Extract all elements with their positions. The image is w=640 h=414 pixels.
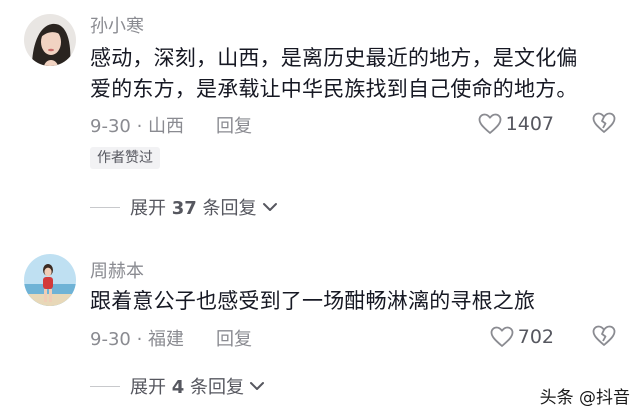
divider-line	[90, 206, 120, 208]
comment-meta-row: 9-30 · 福建 回复 702	[90, 323, 620, 351]
author-liked-badge: 作者赞过	[90, 147, 160, 169]
comment-text-line: 爱的东方，是承载让中华民族找到自己使命的地方。	[90, 77, 578, 101]
comment-text-line: 感动，深刻，山西，是离历史最近的地方，是文化偏	[90, 46, 578, 70]
like-button[interactable]: 1407	[478, 110, 554, 138]
expand-suffix: 条回复	[202, 198, 257, 219]
reply-button[interactable]: 回复	[216, 325, 252, 351]
comment-item-1: 孙小寒 感动，深刻，山西，是离历史最近的地方，是文化偏 爱的东方，是承载让中华民…	[0, 0, 640, 230]
broken-heart-icon	[592, 325, 616, 346]
heart-outline-icon	[490, 326, 514, 347]
chevron-down-icon	[250, 382, 264, 390]
dislike-button[interactable]	[592, 324, 616, 348]
comment-text: 感动，深刻，山西，是离历史最近的地方，是文化偏 爱的东方，是承载让中华民族找到自…	[90, 43, 620, 105]
expand-suffix: 条回复	[190, 377, 244, 398]
chevron-down-icon	[262, 203, 277, 211]
comment-text: 跟着意公子也感受到了一场酣畅淋漓的寻根之旅	[90, 286, 620, 317]
comment-meta-row: 9-30 · 山西 回复 1407	[90, 110, 620, 138]
heart-outline-icon	[478, 113, 502, 134]
expand-prefix: 展开	[130, 377, 166, 398]
broken-heart-icon	[592, 112, 616, 133]
comment-text-line: 跟着意公子也感受到了一场酣畅淋漓的寻根之旅	[90, 289, 536, 313]
expand-count: 4	[171, 377, 185, 398]
expand-replies-button[interactable]: 展开 4 条回复	[90, 373, 266, 399]
avatar[interactable]	[24, 254, 76, 306]
expand-replies-button[interactable]: 展开 37 条回复	[90, 194, 279, 220]
username[interactable]: 周赫本	[90, 257, 144, 283]
like-count: 702	[517, 326, 554, 348]
avatar-image	[24, 14, 76, 66]
watermark: 头条 @抖音	[539, 388, 630, 408]
avatar-image	[24, 254, 76, 306]
expand-replies-label: 展开 4 条回复	[130, 373, 244, 399]
like-count: 1407	[505, 113, 554, 135]
dislike-button[interactable]	[592, 111, 616, 135]
reply-button[interactable]: 回复	[216, 112, 252, 138]
comment-time-location: 9-30 · 福建	[90, 329, 185, 350]
divider-line	[90, 385, 120, 387]
username[interactable]: 孙小寒	[90, 12, 144, 38]
expand-replies-label: 展开 37 条回复	[130, 194, 257, 220]
comment-time-location: 9-30 · 山西	[90, 116, 185, 137]
expand-prefix: 展开	[130, 198, 166, 219]
like-button[interactable]: 702	[490, 323, 554, 351]
avatar[interactable]	[24, 14, 76, 66]
expand-count: 37	[171, 198, 197, 219]
